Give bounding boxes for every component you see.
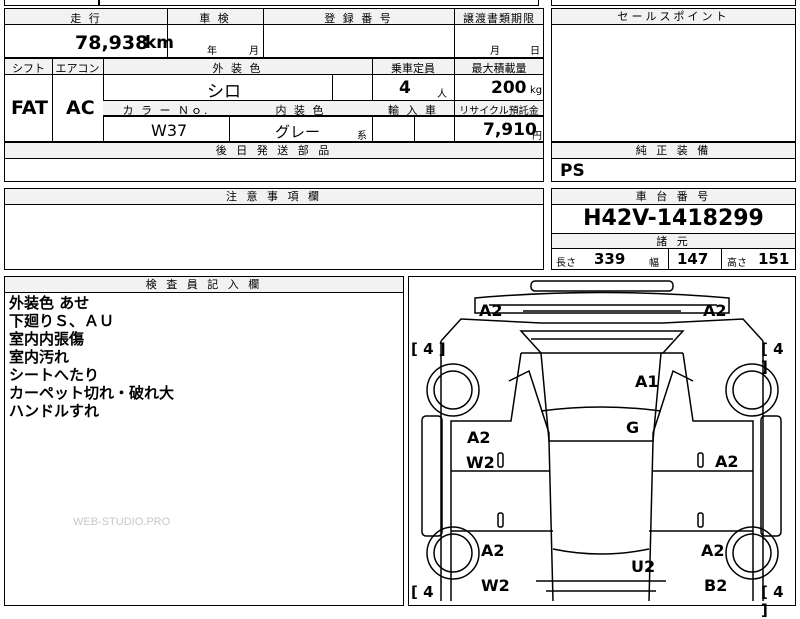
- tire-rear-right: [ 4 ]: [761, 583, 784, 619]
- shaken-label: 車 検: [199, 12, 231, 25]
- recycle-value: 7,910: [483, 120, 537, 140]
- note-line: シートへたり: [9, 366, 100, 384]
- top-strip-left: [4, 0, 99, 6]
- transfer-day-unit: 日: [530, 46, 540, 57]
- top-strip-mid: [99, 0, 539, 6]
- length-label: 長さ: [556, 258, 576, 269]
- caution-label: 注 意 事 項 欄: [5, 189, 543, 205]
- mark-rear-left-w: W2: [481, 576, 510, 595]
- genuine-equipment-label: 純 正 装 備: [552, 143, 795, 159]
- mark-rear-bumper-right: B2: [704, 576, 728, 595]
- aircon-label: エアコン: [55, 62, 100, 75]
- note-line: 室内内張傷: [9, 330, 85, 348]
- watermark: WEB-STUDIO.PRO: [73, 516, 171, 528]
- max-load-unit: kg: [530, 85, 543, 96]
- note-line: 室内汚れ: [9, 348, 70, 366]
- width-label: 幅: [649, 258, 659, 269]
- genuine-equipment-value: PS: [560, 161, 585, 181]
- mark-front-left-door-w: W2: [466, 453, 495, 472]
- interior-color-suffix: 系: [357, 131, 367, 142]
- shift-label: シフト: [12, 62, 45, 75]
- inspector-label: 検 査 員 記 入 欄: [5, 277, 403, 293]
- chassis-box: 車 台 番 号 H42V-1418299 諸 元 長さ 339 幅 147 高さ…: [551, 188, 796, 270]
- shaken-month-unit: 月: [249, 46, 259, 57]
- mark-hood: A1: [635, 372, 659, 391]
- note-line: 下廻りＳ、ＡＵ: [9, 312, 115, 330]
- chassis-number: H42V-1418299: [583, 206, 764, 231]
- car-diagram-box: A2 A2 A1 G A2 W2 A2 A2 W2 A2 U2 B2 [ 4 ]…: [408, 276, 796, 619]
- mileage-value: 78,938: [75, 32, 149, 54]
- color-no-value: W37: [151, 121, 188, 140]
- mark-tailgate: U2: [631, 557, 656, 576]
- mark-rear-left: A2: [481, 541, 505, 560]
- inspector-notes: 外装色 あせ 下廻りＳ、ＡＵ 室内内張傷 室内汚れ シートへたり カーペット切れ…: [9, 294, 174, 420]
- caution-box: 注 意 事 項 欄: [4, 188, 544, 270]
- interior-color-label: 内 装 色: [275, 104, 326, 117]
- mark-front-left-door-a: A2: [467, 428, 491, 447]
- max-load-value: 200: [491, 78, 527, 98]
- sales-point-box: セールスポイント: [551, 8, 796, 142]
- inspector-box: 検 査 員 記 入 欄 外装色 あせ 下廻りＳ、ＡＵ 室内内張傷 室内汚れ シー…: [4, 276, 404, 606]
- shift-value: FAT: [11, 97, 48, 119]
- tire-rear-left: [ 4: [411, 583, 434, 601]
- exterior-color-label: 外 装 色: [212, 62, 263, 75]
- aircon-value: AC: [66, 97, 95, 119]
- import-label: 輸 入 車: [388, 104, 438, 117]
- recycle-label: リサイクル預託金: [459, 106, 539, 117]
- length-value: 339: [594, 250, 626, 268]
- shaken-year-unit: 年: [207, 46, 217, 57]
- top-strip-right: [551, 0, 796, 6]
- mark-rear-right: A2: [701, 541, 725, 560]
- tire-front-right: [ 4 ]: [761, 340, 784, 376]
- spec-block: シフト エアコン 外 装 色 乗車定員 最大積載量 FAT AC シロ 4 人 …: [4, 58, 544, 142]
- later-parts-box: 後 日 発 送 部 品: [4, 142, 544, 182]
- interior-color-value: グレー: [275, 123, 321, 141]
- mark-front-left: A2: [479, 301, 503, 320]
- capacity-value: 4: [399, 78, 411, 98]
- max-load-label: 最大積載量: [471, 62, 527, 75]
- sales-point-label: セールスポイント: [552, 9, 795, 25]
- tire-front-left: [ 4 ]: [411, 340, 446, 358]
- note-line: カーペット切れ・破れ大: [9, 384, 175, 402]
- note-line: 外装色 あせ: [9, 294, 90, 312]
- specs-label: 諸 元: [552, 233, 795, 249]
- mileage-label: 走 行: [70, 12, 102, 25]
- chassis-label: 車 台 番 号: [552, 189, 795, 205]
- capacity-unit: 人: [437, 89, 447, 100]
- registration-label: 登 録 番 号: [324, 12, 393, 25]
- mark-front-right: A2: [703, 301, 727, 320]
- mileage-unit: km: [145, 33, 175, 53]
- color-no-label: カ ラ ー Ｎｏ.: [122, 104, 210, 117]
- note-line: ハンドルすれ: [9, 402, 100, 420]
- transfer-month-unit: 月: [490, 46, 500, 57]
- transfer-docs-label: 譲渡書類期限: [463, 12, 535, 25]
- exterior-color-value: シロ: [207, 82, 241, 102]
- recycle-unit: 円: [532, 131, 542, 142]
- mark-front-right-door: A2: [715, 452, 739, 471]
- capacity-label: 乗車定員: [391, 62, 435, 75]
- mileage-row: 走 行 車 検 登 録 番 号 譲渡書類期限 78,938 km 年 月 月 日: [4, 8, 544, 58]
- width-value: 147: [677, 250, 709, 268]
- height-label: 高さ: [727, 258, 747, 269]
- genuine-equipment-box: 純 正 装 備 PS: [551, 142, 796, 182]
- later-parts-label: 後 日 発 送 部 品: [5, 143, 543, 159]
- mark-roof: G: [626, 418, 640, 437]
- height-value: 151: [758, 250, 790, 268]
